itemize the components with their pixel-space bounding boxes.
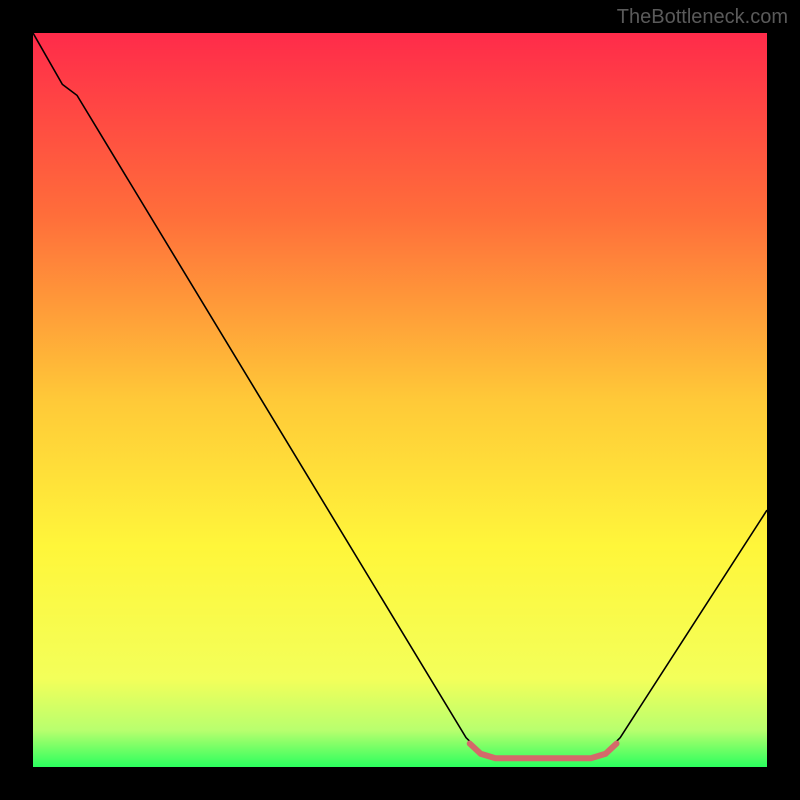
chart-plot-area — [33, 33, 767, 767]
chart-svg — [33, 33, 767, 767]
gradient-background — [33, 33, 767, 767]
watermark-text: TheBottleneck.com — [617, 6, 788, 29]
